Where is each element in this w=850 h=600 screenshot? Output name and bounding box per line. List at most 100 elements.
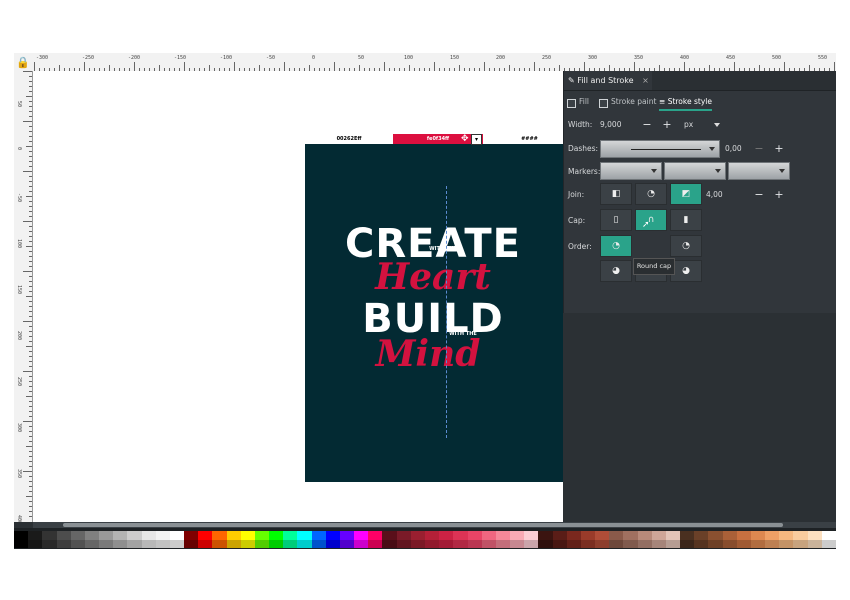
palette-swatch[interactable] bbox=[665, 531, 681, 540]
palette-swatch[interactable] bbox=[127, 531, 143, 540]
palette-swatch[interactable] bbox=[297, 531, 313, 540]
palette-swatch[interactable] bbox=[226, 540, 242, 548]
palette-swatch[interactable] bbox=[651, 531, 667, 540]
unit-dropdown-icon[interactable] bbox=[714, 123, 720, 127]
palette-swatch[interactable] bbox=[28, 540, 43, 548]
palette-swatch[interactable] bbox=[212, 540, 228, 548]
palette-swatch[interactable] bbox=[382, 531, 398, 540]
palette-swatch[interactable] bbox=[779, 531, 794, 540]
palette-swatch[interactable] bbox=[623, 540, 639, 548]
palette-swatch[interactable] bbox=[538, 540, 554, 548]
palette-swatch[interactable] bbox=[609, 531, 624, 540]
swatch-0[interactable]: 00262Eff bbox=[305, 134, 393, 144]
palette-swatch[interactable] bbox=[750, 531, 766, 540]
palette-swatch[interactable] bbox=[425, 531, 440, 540]
miter-decrement-button[interactable]: − bbox=[754, 189, 764, 201]
palette-swatch[interactable] bbox=[765, 531, 780, 540]
close-icon[interactable]: × bbox=[642, 76, 649, 85]
palette-swatch[interactable] bbox=[680, 531, 695, 540]
palette-swatch[interactable] bbox=[595, 540, 610, 548]
palette-swatch[interactable] bbox=[410, 540, 426, 548]
tab-fill-and-stroke[interactable]: ✎ Fill and Stroke × bbox=[564, 71, 652, 90]
palette-swatch[interactable] bbox=[396, 540, 412, 548]
cap-square-button[interactable]: ▮ bbox=[670, 209, 702, 231]
palette-swatch[interactable] bbox=[28, 531, 43, 540]
palette-swatch[interactable] bbox=[793, 540, 809, 548]
palette-swatch[interactable] bbox=[169, 531, 185, 540]
stroke-paint-checkbox[interactable] bbox=[599, 99, 608, 108]
order-fill-stroke-markers-button[interactable]: ◔ bbox=[600, 235, 632, 257]
palette-swatch[interactable] bbox=[297, 540, 313, 548]
palette-swatch[interactable] bbox=[552, 540, 568, 548]
palette-swatch[interactable] bbox=[141, 531, 157, 540]
width-unit-select[interactable]: px bbox=[684, 119, 693, 131]
palette-swatch[interactable] bbox=[736, 540, 752, 548]
palette-swatch[interactable] bbox=[113, 531, 128, 540]
palette-swatch[interactable] bbox=[99, 540, 114, 548]
join-miter-button[interactable]: ◩ bbox=[670, 183, 702, 205]
miter-limit-value[interactable]: 4,00 bbox=[706, 189, 723, 201]
drawing-canvas[interactable]: 00262Eff fe0f34ff #### ▾ ✥ CREATE WITH T… bbox=[33, 71, 563, 522]
join-round-button[interactable]: ◔ bbox=[635, 183, 667, 205]
palette-swatch[interactable] bbox=[665, 540, 681, 548]
palette-swatch[interactable] bbox=[70, 531, 86, 540]
palette-swatch[interactable] bbox=[694, 540, 709, 548]
palette-swatch[interactable] bbox=[736, 531, 752, 540]
palette-swatch[interactable] bbox=[283, 540, 298, 548]
palette-swatch[interactable] bbox=[212, 531, 228, 540]
palette-swatch[interactable] bbox=[254, 531, 270, 540]
palette-swatch[interactable] bbox=[453, 540, 469, 548]
palette-swatch[interactable] bbox=[481, 540, 497, 548]
transform-handle-icon[interactable]: ▾ bbox=[471, 134, 482, 145]
palette-swatch[interactable] bbox=[552, 531, 568, 540]
width-increment-button[interactable]: + bbox=[662, 119, 672, 131]
palette-swatch[interactable] bbox=[354, 540, 369, 548]
palette-swatch[interactable] bbox=[184, 531, 199, 540]
palette-swatch[interactable] bbox=[524, 531, 539, 540]
cap-round-button[interactable]: ∩ bbox=[635, 209, 667, 231]
dashes-decrement-button[interactable]: − bbox=[754, 143, 764, 155]
palette-swatch[interactable] bbox=[14, 540, 29, 548]
palette-swatch[interactable] bbox=[84, 531, 100, 540]
palette-swatch[interactable] bbox=[56, 540, 72, 548]
palette-swatch[interactable] bbox=[566, 531, 582, 540]
palette-swatch[interactable] bbox=[680, 540, 695, 548]
art-with-the-1[interactable]: WITH THE bbox=[413, 246, 473, 252]
palette-swatch[interactable] bbox=[510, 540, 525, 548]
art-heart[interactable]: Heart bbox=[353, 256, 513, 298]
swatch-1[interactable]: fe0f34ff bbox=[393, 134, 483, 144]
palette-swatch[interactable] bbox=[382, 540, 398, 548]
subtab-fill[interactable]: Fill bbox=[579, 95, 589, 109]
palette-swatch[interactable] bbox=[99, 531, 114, 540]
palette-swatch[interactable] bbox=[56, 531, 72, 540]
palette-swatch[interactable] bbox=[765, 540, 780, 548]
palette-swatch[interactable] bbox=[368, 531, 383, 540]
palette-swatch[interactable] bbox=[396, 531, 412, 540]
palette-swatch[interactable] bbox=[722, 531, 738, 540]
palette-swatch[interactable] bbox=[14, 531, 29, 540]
palette-swatch[interactable] bbox=[595, 531, 610, 540]
mid-marker-select[interactable] bbox=[664, 162, 726, 180]
palette-swatch[interactable] bbox=[708, 531, 724, 540]
palette-swatch[interactable] bbox=[467, 540, 483, 548]
palette-swatch[interactable] bbox=[495, 540, 511, 548]
palette-swatch[interactable] bbox=[141, 540, 157, 548]
palette-swatch[interactable] bbox=[410, 531, 426, 540]
join-bevel-button[interactable]: ◧ bbox=[600, 183, 632, 205]
palette-swatch[interactable] bbox=[821, 531, 836, 540]
palette-swatch[interactable] bbox=[169, 540, 185, 548]
palette-swatch[interactable] bbox=[325, 531, 341, 540]
vertical-ruler[interactable]: 50 0 -50 100 150 200 250 300 350 400 bbox=[14, 71, 33, 522]
palette-swatch[interactable] bbox=[155, 531, 171, 540]
palette-swatch[interactable] bbox=[311, 531, 327, 540]
start-marker-select[interactable] bbox=[600, 162, 662, 180]
palette-swatch[interactable] bbox=[467, 531, 483, 540]
subtab-stroke-style[interactable]: ≡ Stroke style bbox=[659, 95, 712, 111]
horizontal-ruler[interactable]: -300 -250 -200 -150 -100 -50 0 50 100 150 200 250 30… bbox=[14, 53, 836, 72]
palette-swatch[interactable] bbox=[637, 540, 653, 548]
palette-swatch[interactable] bbox=[240, 531, 256, 540]
palette-swatch[interactable] bbox=[779, 540, 794, 548]
palette-swatch[interactable] bbox=[481, 531, 497, 540]
palette-swatch[interactable] bbox=[254, 540, 270, 548]
palette-swatch[interactable] bbox=[453, 531, 469, 540]
